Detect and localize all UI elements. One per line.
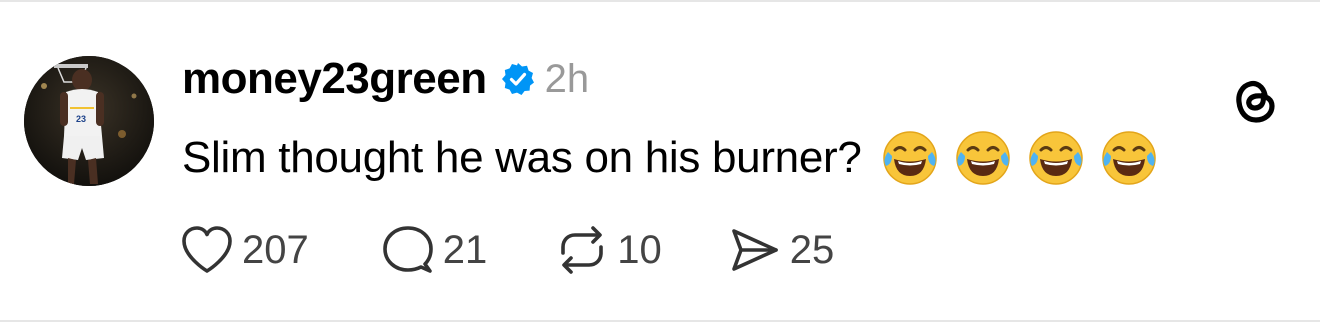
reply-count: 21 bbox=[442, 227, 488, 272]
emoji-group bbox=[880, 128, 1172, 188]
username[interactable]: money23green bbox=[182, 54, 487, 104]
share-button[interactable]: 25 bbox=[728, 225, 835, 275]
repost-button[interactable]: 10 bbox=[555, 225, 662, 275]
repost-arrows-icon bbox=[561, 226, 604, 274]
post-body: Slim thought he was on his burner? bbox=[182, 128, 1172, 188]
speech-bubble-icon bbox=[382, 226, 433, 273]
verified-badge-icon bbox=[501, 62, 535, 96]
like-button[interactable]: 207 bbox=[180, 225, 309, 275]
action-bar: 207 21 10 25 bbox=[180, 222, 834, 278]
post-timestamp: 2h bbox=[544, 56, 590, 101]
avatar[interactable]: 23 bbox=[24, 56, 154, 186]
send-icon bbox=[731, 229, 778, 271]
svg-text:23: 23 bbox=[76, 114, 86, 124]
post-header: money23green 2h bbox=[182, 52, 589, 106]
face-with-tears-of-joy-icon bbox=[1028, 131, 1083, 185]
like-count: 207 bbox=[242, 227, 309, 272]
face-with-tears-of-joy-icon bbox=[955, 131, 1010, 185]
heart-icon bbox=[182, 226, 232, 273]
threads-logo-icon bbox=[1232, 74, 1278, 126]
face-with-tears-of-joy-icon bbox=[882, 131, 937, 185]
share-count: 25 bbox=[789, 227, 835, 272]
post-text: Slim thought he was on his burner? bbox=[182, 133, 862, 182]
face-with-tears-of-joy-icon bbox=[1101, 131, 1156, 185]
reply-button[interactable]: 21 bbox=[381, 224, 488, 276]
repost-count: 10 bbox=[617, 227, 662, 272]
threads-post-card: 23 money23green 2h Slim thought he was o… bbox=[0, 0, 1320, 322]
